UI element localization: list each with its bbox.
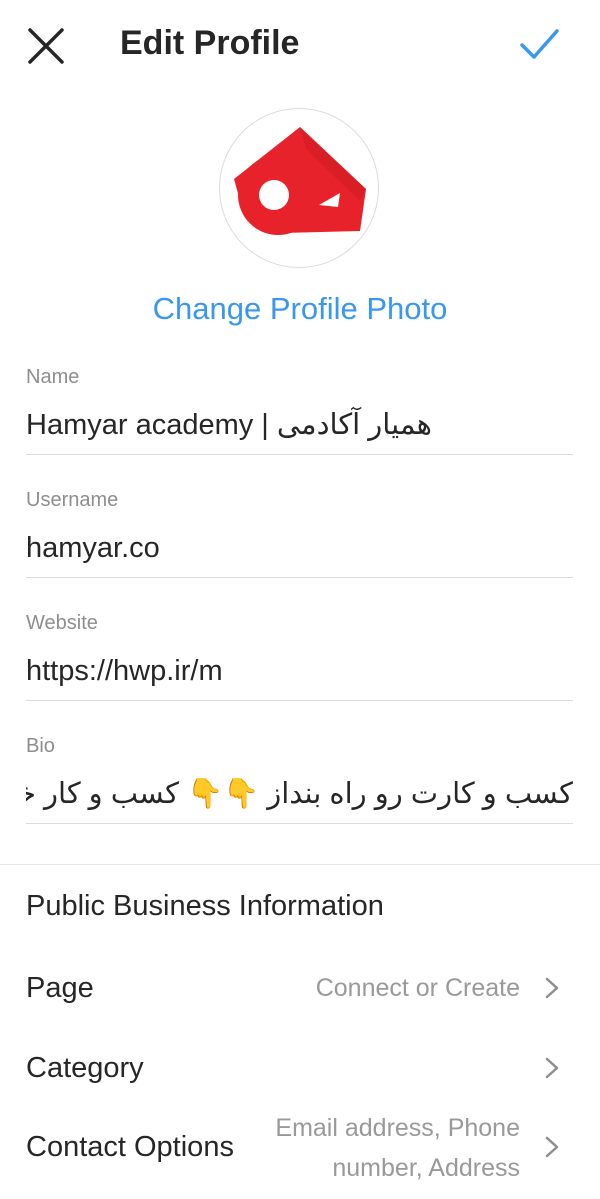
business-section-title: Public Business Information (26, 890, 384, 922)
done-button[interactable] (512, 18, 566, 68)
bio-input[interactable]: کسب و کارت رو راه بنداز 👇👇 کسب و کار خود… (26, 774, 573, 814)
website-label: Website (26, 612, 98, 634)
page-title: Edit Profile (120, 24, 300, 62)
contact-options-value-line1: Email address, Phone (275, 1114, 520, 1142)
username-label: Username (26, 489, 119, 511)
name-label: Name (26, 366, 80, 388)
website-input[interactable]: https://hwp.ir/m (26, 651, 573, 691)
page-row[interactable]: Page Connect or Create (0, 956, 600, 1020)
top-bar: Edit Profile (0, 0, 600, 86)
page-label: Page (26, 972, 94, 1004)
website-field: Website https://hwp.ir/m (26, 610, 573, 701)
checkmark-icon (520, 29, 559, 59)
username-input[interactable]: hamyar.co (26, 528, 573, 568)
username-field: Username hamyar.co (26, 487, 573, 578)
bio-field: Bio کسب و کارت رو راه بنداز 👇👇 کسب و کار… (26, 733, 573, 824)
profile-avatar[interactable] (219, 108, 379, 268)
chevron-right-icon (541, 1132, 563, 1162)
contact-options-value-line2: number, Address (332, 1154, 520, 1182)
name-input[interactable]: Hamyar academy | همیار آکادمی (26, 405, 573, 445)
change-profile-photo-link[interactable]: Change Profile Photo (0, 288, 600, 330)
contact-options-row[interactable]: Contact Options Email address, Phone num… (0, 1106, 600, 1196)
name-field: Name Hamyar academy | همیار آکادمی (26, 364, 573, 455)
page-value: Connect or Create (315, 974, 520, 1002)
chevron-right-icon (541, 973, 563, 1003)
close-icon (28, 28, 64, 64)
category-row[interactable]: Category (0, 1036, 600, 1100)
hamyar-logo-icon (234, 127, 366, 235)
section-divider (0, 864, 600, 865)
bio-label: Bio (26, 735, 55, 757)
contact-options-label: Contact Options (26, 1131, 234, 1163)
close-button[interactable] (22, 22, 70, 70)
chevron-right-icon (541, 1053, 563, 1083)
category-label: Category (26, 1052, 144, 1084)
